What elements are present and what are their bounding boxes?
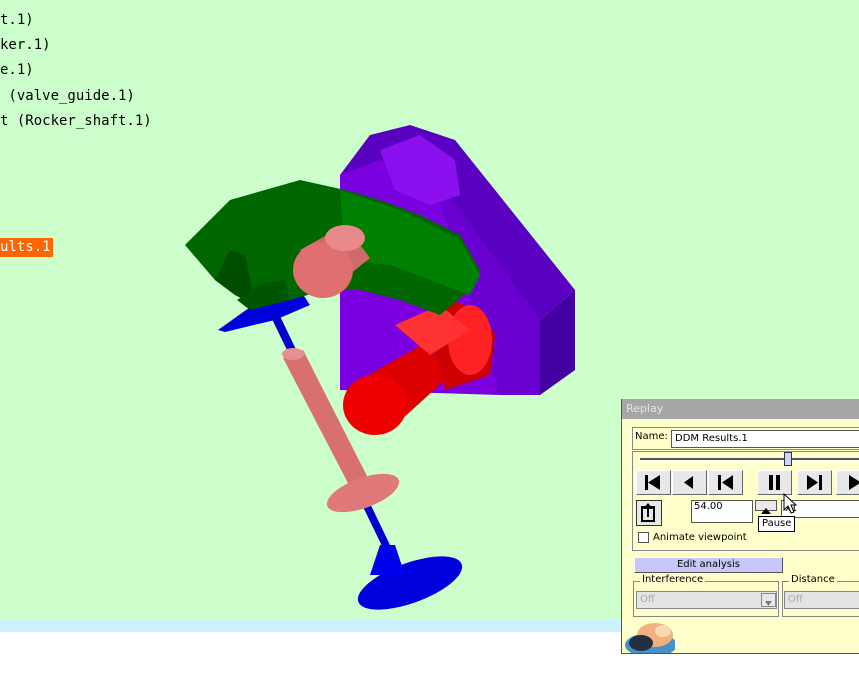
interference-dropdown-button[interactable]: [761, 593, 776, 607]
loop-mode-button[interactable]: [636, 500, 662, 526]
jump-start-icon: [645, 475, 660, 490]
dialog-title[interactable]: Replay: [622, 399, 859, 419]
interference-combo[interactable]: Off: [636, 591, 777, 609]
interference-label: Interference: [640, 574, 706, 585]
pause-icon: [769, 475, 780, 490]
replay-slider-thumb[interactable]: [784, 452, 793, 466]
pause-button[interactable]: [757, 470, 792, 495]
distance-combo[interactable]: Off: [784, 591, 859, 609]
step-forward-icon: [807, 475, 822, 490]
jump-start-button[interactable]: [636, 470, 671, 495]
dropdown-arrow-icon: [765, 601, 772, 606]
play-backward-icon: [684, 476, 693, 489]
animate-viewpoint-label: Animate viewpoint: [653, 532, 747, 543]
play-forward-button[interactable]: [836, 470, 859, 495]
step-spin-up[interactable]: [755, 500, 777, 514]
play-backward-button[interactable]: [672, 470, 707, 495]
step-backward-button[interactable]: [708, 470, 743, 495]
tree-item[interactable]: t.1): [0, 12, 34, 28]
name-label: Name:: [635, 431, 668, 442]
step-value-input[interactable]: 54.00: [691, 500, 753, 523]
play-forward-icon: [849, 475, 859, 490]
loop-icon: [641, 503, 655, 522]
edit-analysis-button[interactable]: Edit analysis: [634, 557, 783, 573]
distance-label: Distance: [789, 574, 837, 585]
valve-train-3d-model[interactable]: [150, 110, 600, 630]
step-forward-button[interactable]: [797, 470, 832, 495]
name-field[interactable]: DDM Results.1: [671, 430, 859, 448]
animate-viewpoint-checkbox[interactable]: [638, 532, 649, 543]
tree-item[interactable]: t (Rocker_shaft.1): [0, 113, 152, 129]
tree-item-selected[interactable]: ults.1: [0, 238, 53, 257]
tooltip: Pause: [758, 516, 796, 532]
catia-logo-thumbnail: [623, 619, 675, 653]
step-backward-icon: [718, 475, 733, 490]
replay-dialog[interactable]: Replay Name: DDM Results.1 54.00 x1 Paus…: [621, 399, 859, 654]
replay-slider-track[interactable]: [640, 458, 859, 461]
tree-item[interactable]: ker.1): [0, 37, 51, 53]
tree-item[interactable]: e.1): [0, 62, 34, 78]
spin-up-icon: [761, 508, 771, 514]
mouse-cursor-icon: [783, 493, 797, 514]
tree-item[interactable]: (valve_guide.1): [0, 88, 134, 104]
